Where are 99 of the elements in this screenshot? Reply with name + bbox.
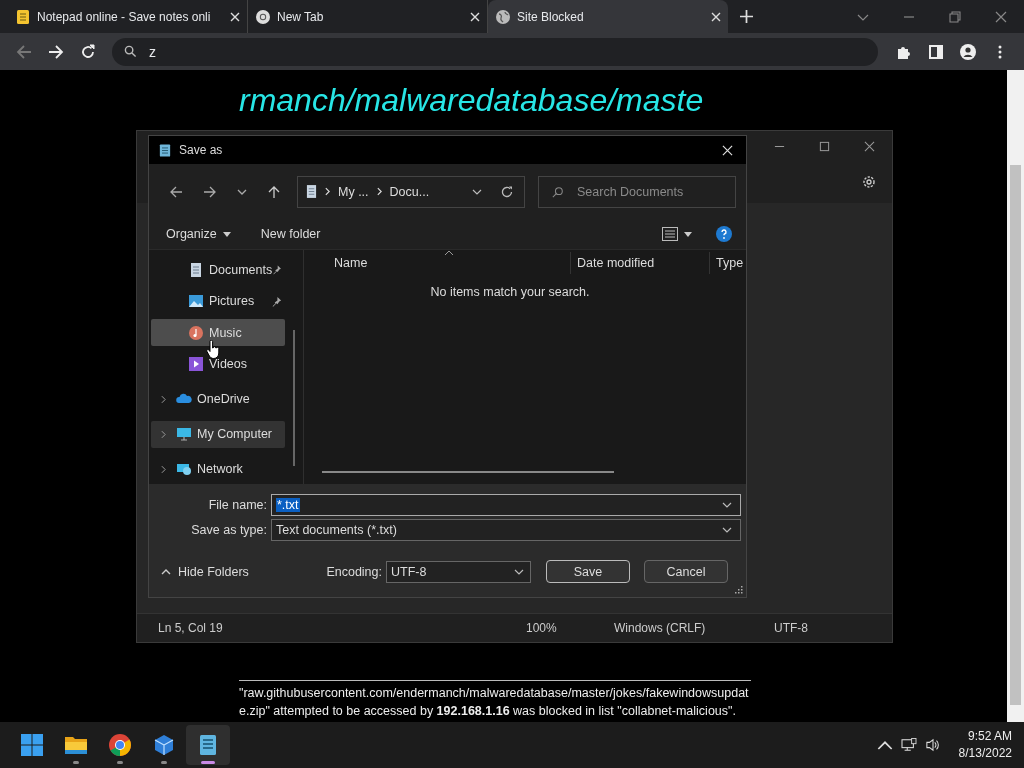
nav-label: Documents bbox=[209, 262, 273, 277]
breadcrumb-item[interactable]: My ... bbox=[338, 184, 369, 199]
clock-date[interactable]: 8/13/2022 bbox=[958, 745, 1012, 762]
status-text: UTF-8 bbox=[774, 621, 808, 635]
empty-message: No items match your search. bbox=[429, 285, 591, 299]
tab-title: Site Blocked bbox=[517, 9, 585, 24]
search-icon bbox=[552, 185, 564, 198]
chevron-right-icon[interactable] bbox=[161, 394, 166, 404]
document-icon bbox=[188, 261, 204, 278]
volume-icon[interactable] bbox=[924, 738, 941, 752]
pictures-icon bbox=[188, 293, 204, 309]
nav-label: OneDrive bbox=[197, 392, 251, 406]
hide-folders-button[interactable]: Hide Folders bbox=[161, 564, 249, 579]
status-text: Ln 5, Col 19 bbox=[158, 621, 224, 635]
windows-logo-icon bbox=[20, 733, 44, 757]
caret-icon[interactable] bbox=[684, 231, 692, 237]
nav-item[interactable]: Videos bbox=[151, 350, 285, 378]
forward-icon[interactable] bbox=[203, 184, 217, 199]
music-icon bbox=[188, 324, 204, 341]
file-type-dropdown[interactable]: Text documents (*.txt) bbox=[271, 518, 741, 541]
status-text: 100% bbox=[526, 621, 558, 635]
running-indicator bbox=[117, 761, 123, 764]
blocked-message: "raw.githubusercontent.com/endermanch/malwaredatabase/master/jokes/fakewindowsupdate.zip" attempted to be accessed by 192.168.1.16 was blocked in list "collabnet-malicious". bbox=[239, 680, 751, 720]
maximize-icon[interactable] bbox=[819, 140, 830, 152]
scrollbar-thumb[interactable] bbox=[293, 330, 295, 466]
chevron-right-icon bbox=[376, 187, 382, 196]
nav-item[interactable]: Music bbox=[151, 319, 285, 346]
column-header[interactable]: Date modified bbox=[570, 252, 709, 274]
caret-icon[interactable] bbox=[222, 231, 231, 237]
scrollbar[interactable] bbox=[1007, 70, 1024, 722]
restore-icon[interactable] bbox=[949, 10, 961, 23]
reload-icon[interactable] bbox=[80, 43, 96, 60]
video-icon bbox=[188, 356, 204, 372]
nav-label: Pictures bbox=[209, 294, 256, 308]
side-panel-icon[interactable] bbox=[928, 43, 944, 60]
scrollbar-thumb[interactable] bbox=[322, 471, 614, 473]
encoding-dropdown[interactable]: UTF-8 bbox=[386, 560, 531, 583]
resize-grip-icon[interactable] bbox=[735, 586, 743, 594]
network-icon[interactable] bbox=[900, 738, 917, 752]
monitor-icon bbox=[176, 426, 192, 442]
help-icon[interactable] bbox=[716, 226, 732, 242]
field-label: Save as type: bbox=[190, 522, 268, 537]
address-bar[interactable]: z bbox=[112, 37, 878, 66]
dialog-title: Save as bbox=[179, 143, 224, 157]
browser-tab[interactable]: Site Blocked bbox=[488, 0, 728, 33]
nav-label: Videos bbox=[209, 357, 248, 371]
taskbar-app[interactable] bbox=[186, 725, 230, 765]
chrome-icon bbox=[255, 8, 271, 25]
tab-title: New Tab bbox=[277, 9, 325, 24]
running-indicator bbox=[161, 761, 167, 764]
sort-caret-icon bbox=[444, 250, 454, 256]
organize-button[interactable]: Organize bbox=[166, 227, 217, 241]
refresh-icon[interactable] bbox=[500, 184, 514, 199]
chrome-icon bbox=[108, 733, 132, 757]
nav-item[interactable]: Documents bbox=[151, 256, 285, 283]
nav-item[interactable]: Pictures bbox=[151, 287, 285, 315]
field-label: File name: bbox=[207, 497, 268, 512]
column-header[interactable]: Type bbox=[709, 252, 744, 274]
cube-icon bbox=[152, 733, 176, 757]
chevron-right-icon[interactable] bbox=[161, 464, 166, 474]
save-button[interactable]: Save bbox=[546, 560, 630, 583]
nav-item[interactable]: My Computer bbox=[151, 420, 285, 448]
settings-icon[interactable] bbox=[861, 174, 877, 190]
running-indicator bbox=[73, 761, 79, 764]
up-icon[interactable] bbox=[267, 184, 281, 199]
globe-icon bbox=[495, 8, 511, 25]
back-icon[interactable] bbox=[169, 184, 183, 199]
running-indicator bbox=[201, 761, 215, 764]
nav-label: Network bbox=[197, 462, 244, 476]
breadcrumb-bar[interactable]: My ... Docu... bbox=[297, 175, 525, 208]
profile-icon[interactable] bbox=[960, 43, 976, 60]
notepad-icon bbox=[159, 142, 171, 158]
field-label: Encoding: bbox=[326, 564, 382, 579]
chevron-right-icon[interactable] bbox=[161, 429, 166, 439]
document-icon bbox=[306, 184, 317, 199]
notepad-icon bbox=[15, 8, 31, 25]
list-view-icon[interactable] bbox=[662, 227, 678, 241]
blocked-url-heading: rmanch/malwaredatabase/maste bbox=[239, 82, 705, 119]
network-icon bbox=[176, 461, 192, 477]
tab-title: Notepad online - Save notes onli bbox=[37, 9, 212, 24]
breadcrumb-item[interactable]: Docu... bbox=[389, 184, 430, 199]
column-header[interactable]: Name bbox=[334, 256, 570, 270]
status-text: Windows (CRLF) bbox=[614, 621, 707, 635]
scrollbar-thumb[interactable] bbox=[1010, 165, 1021, 705]
plus-icon[interactable] bbox=[740, 10, 753, 23]
clock-time[interactable]: 9:52 AM bbox=[967, 728, 1012, 745]
nav-label: My Computer bbox=[197, 427, 274, 441]
address-text: z bbox=[149, 43, 156, 60]
chevron-up-icon bbox=[161, 568, 171, 575]
nav-item[interactable]: OneDrive bbox=[151, 385, 285, 413]
nav-item[interactable]: Network bbox=[151, 455, 285, 483]
cancel-button[interactable]: Cancel bbox=[644, 560, 728, 583]
nav-label: Music bbox=[209, 325, 243, 340]
file-name-field[interactable]: *.txt bbox=[271, 493, 741, 516]
search-icon bbox=[124, 45, 137, 58]
new-folder-button[interactable]: New folder bbox=[260, 227, 321, 241]
search-field[interactable]: Search Documents bbox=[538, 175, 736, 208]
hand-cursor-icon bbox=[206, 340, 220, 360]
chevron-right-icon bbox=[325, 187, 330, 196]
